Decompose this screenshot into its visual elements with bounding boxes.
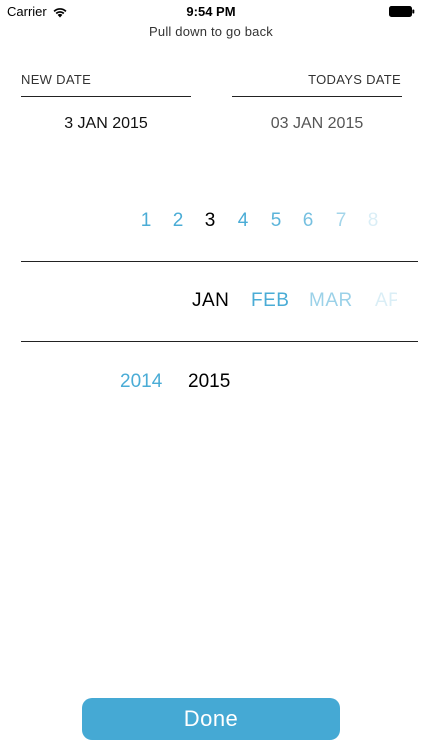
year-picker[interactable]: 2014 2015: [0, 371, 422, 399]
todays-date-label: TODAYS DATE: [308, 72, 401, 87]
day-option[interactable]: 7: [329, 210, 353, 232]
month-option[interactable]: FEB: [251, 290, 289, 312]
month-option-selected[interactable]: JAN: [192, 290, 229, 312]
year-option[interactable]: 2014: [120, 371, 162, 393]
status-time: 9:54 PM: [186, 4, 236, 19]
battery-icon: [389, 6, 415, 17]
year-option-selected[interactable]: 2015: [188, 371, 230, 393]
month-option[interactable]: AP: [375, 290, 397, 312]
day-option[interactable]: 2: [166, 210, 190, 232]
day-option-selected[interactable]: 3: [198, 210, 222, 232]
new-date-label: NEW DATE: [21, 72, 92, 87]
day-option[interactable]: 6: [296, 210, 320, 232]
picker-divider: [21, 261, 418, 262]
new-date-value: 3 JAN 2015: [64, 115, 148, 132]
day-picker[interactable]: 1 2 3 4 5 6 7 8: [0, 210, 422, 238]
day-option[interactable]: 5: [264, 210, 288, 232]
month-picker[interactable]: JAN FEB MAR AP: [0, 290, 422, 318]
status-bar: Carrier 9:54 PM: [0, 0, 422, 22]
todays-date-value: 03 JAN 2015: [270, 115, 364, 132]
month-option[interactable]: MAR: [309, 290, 353, 312]
done-button[interactable]: Done: [82, 698, 340, 740]
new-date-underline: [21, 96, 191, 97]
picker-divider: [21, 341, 418, 342]
pull-down-hint: Pull down to go back: [149, 24, 273, 39]
day-option[interactable]: 4: [231, 210, 255, 232]
day-option[interactable]: 1: [134, 210, 158, 232]
todays-date-underline: [232, 96, 402, 97]
day-option[interactable]: 8: [361, 210, 385, 232]
